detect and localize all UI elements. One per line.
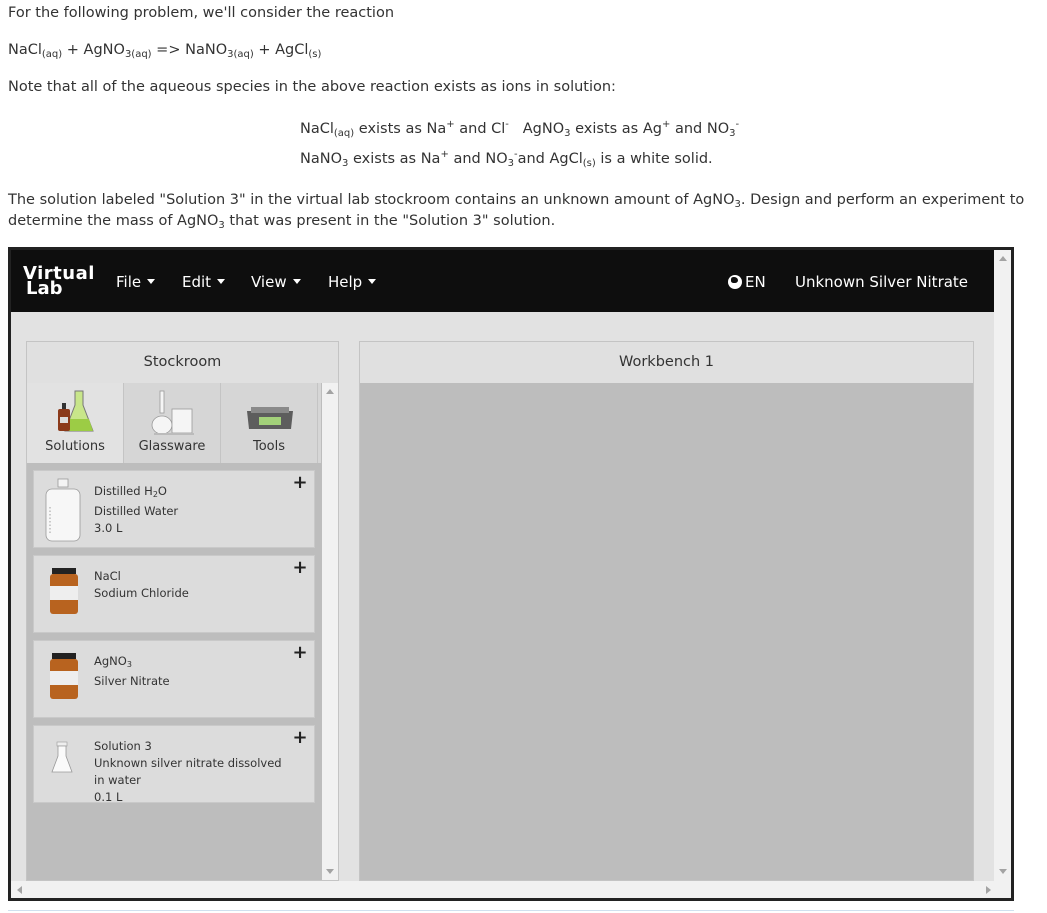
stockroom-item-distilled-water[interactable]: Distilled H2O Distilled Water 3.0 L +: [33, 470, 315, 548]
tab-tools[interactable]: Tools: [221, 383, 318, 463]
page-vertical-scrollbar[interactable]: [994, 250, 1011, 898]
stockroom-item-solution-3[interactable]: Solution 3 Unknown silver nitrate dissol…: [33, 725, 315, 804]
divider: [8, 910, 1014, 911]
stockroom-panel: Stockroom Solutions Glassware Tools Dist…: [26, 341, 339, 881]
tab-tools-label: Tools: [252, 439, 286, 454]
page-horizontal-scrollbar[interactable]: [11, 881, 997, 898]
task-line-2: determine the mass of AgNO3 that was pre…: [8, 213, 556, 231]
reaction-equation: NaCl(aq) + AgNO3(aq) => NaNO3(aq) + AgCl…: [8, 42, 322, 60]
reagent-bottle-icon: [42, 647, 86, 713]
chevron-down-icon: [147, 279, 156, 284]
water-carboy-icon: [42, 477, 86, 543]
ion-line-2: NaNO3 exists as Na+ and NO3-and AgCl(s) …: [300, 149, 713, 169]
item-text: NaCl Sodium Chloride: [94, 569, 189, 600]
stockroom-item-silver-nitrate[interactable]: AgNO3 Silver Nitrate +: [33, 640, 315, 718]
stockroom-tabs: Solutions Glassware Tools: [27, 383, 321, 463]
menu-help[interactable]: Help: [328, 273, 377, 291]
menu-file[interactable]: File: [116, 273, 156, 291]
balance-icon: [221, 387, 317, 439]
scroll-down-icon: [999, 869, 1007, 874]
task-line-1: The solution labeled "Solution 3" in the…: [8, 192, 1025, 210]
menu-view[interactable]: View: [251, 273, 301, 291]
reagent-bottle-icon: [42, 562, 86, 628]
stockroom-item-sodium-chloride[interactable]: NaCl Sodium Chloride +: [33, 555, 315, 633]
workbench-title: Workbench 1: [360, 342, 973, 383]
ion-line-1: NaCl(aq) exists as Na+ and Cl- AgNO3 exi…: [300, 119, 740, 139]
solutions-icon: [27, 387, 123, 439]
tab-solutions-label: Solutions: [45, 439, 105, 454]
virtual-lab-frame: Virtual Lab File Edit View Help EN Unkno…: [8, 247, 1014, 901]
chevron-down-icon: [217, 279, 226, 284]
language-selector[interactable]: EN: [728, 273, 766, 291]
item-text: Solution 3 Unknown silver nitrate dissol…: [94, 739, 282, 804]
workbench-panel[interactable]: Workbench 1: [359, 341, 974, 881]
globe-icon: [728, 275, 742, 289]
note-text: Note that all of the aqueous species in …: [8, 79, 616, 95]
intro-text: For the following problem, we'll conside…: [8, 5, 395, 21]
item-text: Distilled H2O Distilled Water 3.0 L: [94, 484, 179, 535]
item-text: AgNO3 Silver Nitrate: [94, 654, 170, 688]
stockroom-title: Stockroom: [27, 342, 338, 383]
chevron-down-icon: [292, 279, 301, 284]
scroll-right-icon: [986, 886, 991, 894]
flask-icon: [42, 732, 86, 798]
tab-glassware[interactable]: Glassware: [124, 383, 221, 463]
stockroom-scrollbar[interactable]: [322, 383, 338, 880]
menu-edit[interactable]: Edit: [182, 273, 226, 291]
add-to-workbench-button[interactable]: +: [292, 644, 308, 662]
tab-solutions[interactable]: Solutions: [27, 383, 124, 463]
add-to-workbench-button[interactable]: +: [292, 474, 308, 492]
scroll-up-icon: [999, 256, 1007, 261]
scroll-down-icon: [326, 869, 334, 874]
add-to-workbench-button[interactable]: +: [292, 729, 308, 747]
top-navbar: Virtual Lab File Edit View Help EN Unkno…: [11, 250, 997, 312]
virtual-lab-logo[interactable]: Virtual Lab: [23, 265, 95, 298]
scroll-left-icon: [17, 886, 22, 894]
add-to-workbench-button[interactable]: +: [292, 559, 308, 577]
scroll-up-icon: [326, 389, 334, 394]
assignment-title: Unknown Silver Nitrate: [795, 273, 969, 291]
tab-glassware-label: Glassware: [138, 439, 206, 454]
chevron-down-icon: [368, 279, 377, 284]
glassware-icon: [124, 387, 220, 439]
